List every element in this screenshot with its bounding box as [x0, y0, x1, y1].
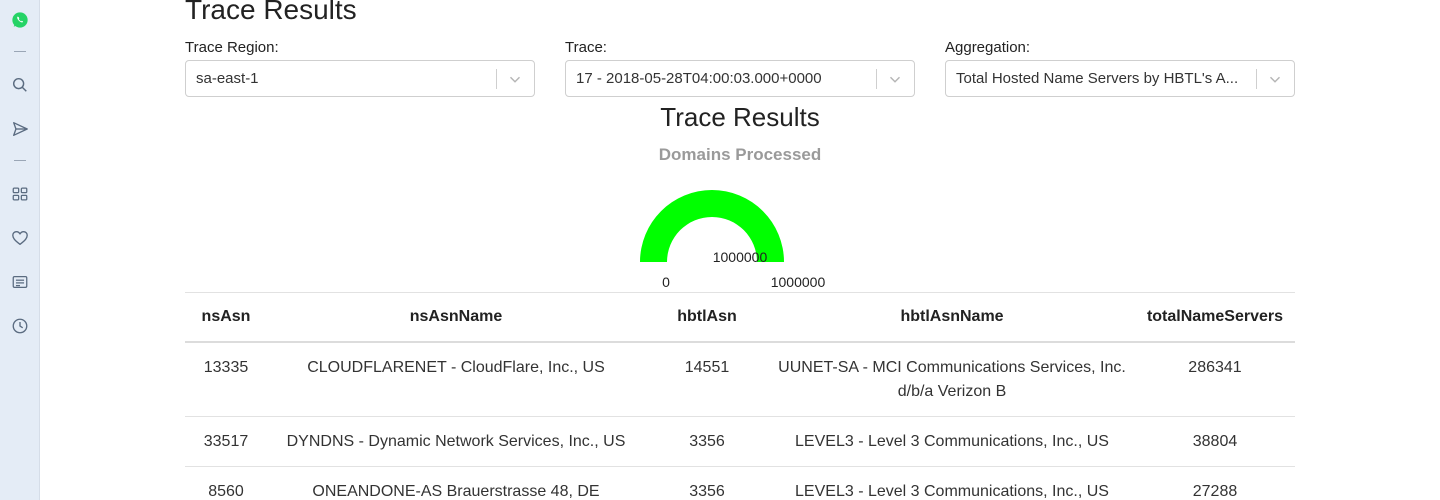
cell-hbtlasn: 3356 — [689, 483, 725, 500]
cell-nsasn: 33517 — [203, 433, 249, 450]
heart-icon[interactable] — [10, 228, 30, 248]
cell-nsasnname: CLOUDFLARENET - CloudFlare, Inc., US — [307, 359, 605, 376]
aggregation-field: Aggregation: Total Hosted Name Servers b… — [945, 38, 1295, 97]
cell-hbtlasn: 14551 — [684, 359, 730, 376]
cell-hbtlasnname: LEVEL3 - Level 3 Communications, Inc., U… — [795, 483, 1109, 500]
aggregation-value: Total Hosted Name Servers by HBTL's A... — [956, 70, 1239, 87]
column-header-hbtlasn[interactable]: hbtlAsn — [645, 308, 769, 326]
trace-select[interactable]: 17 - 2018-05-28T04:00:03.000+0000 — [565, 60, 915, 97]
results-table: nsAsn nsAsnName hbtlAsn hbtlAsnName tota… — [185, 292, 1295, 500]
table-row: 8560 ONEANDONE-AS Brauerstrasse 48, DE 3… — [185, 467, 1295, 500]
trace-label: Trace: — [565, 39, 607, 56]
cell-totalnameservers: 286341 — [1188, 359, 1242, 376]
aggregation-label: Aggregation: — [945, 39, 1031, 56]
table-header: nsAsn nsAsnName hbtlAsn hbtlAsnName tota… — [185, 293, 1295, 343]
trace-region-value: sa-east-1 — [196, 70, 259, 87]
send-icon[interactable] — [10, 119, 30, 139]
trace-value: 17 - 2018-05-28T04:00:03.000+0000 — [576, 70, 822, 87]
cell-nsasn: 13335 — [203, 359, 249, 376]
domains-processed-gauge: 1000000 0 1000000 — [640, 190, 826, 290]
select-separator — [876, 69, 877, 89]
whatsapp-icon[interactable] — [10, 10, 30, 30]
chart-title: Trace Results — [660, 102, 820, 132]
select-separator — [1256, 69, 1257, 89]
table-row: 13335 CLOUDFLARENET - CloudFlare, Inc., … — [185, 343, 1295, 417]
select-separator — [496, 69, 497, 89]
cell-hbtlasnname: LEVEL3 - Level 3 Communications, Inc., U… — [795, 433, 1109, 450]
trace-region-select[interactable]: sa-east-1 — [185, 60, 535, 97]
list-card-icon[interactable] — [10, 272, 30, 292]
cell-hbtlasnname: UUNET-SA - MCI Communications Services, … — [778, 359, 1126, 400]
aggregation-select[interactable]: Total Hosted Name Servers by HBTL's A... — [945, 60, 1295, 97]
cell-nsasn: 8560 — [208, 483, 244, 500]
cell-hbtlasn: 3356 — [689, 433, 725, 450]
search-icon[interactable] — [10, 75, 30, 95]
clock-icon[interactable] — [10, 316, 30, 336]
sidebar-divider — [14, 160, 26, 161]
chevron-down-icon[interactable] — [886, 70, 904, 88]
cell-nsasnname: ONEANDONE-AS Brauerstrasse 48, DE — [312, 483, 600, 500]
chevron-down-icon[interactable] — [506, 70, 524, 88]
sidebar — [0, 0, 40, 500]
gauge-value-label: 1000000 — [713, 249, 768, 265]
cell-totalnameservers: 38804 — [1192, 433, 1238, 450]
chart-subtitle: Domains Processed — [658, 145, 822, 164]
column-header-hbtlasnname[interactable]: hbtlAsnName — [769, 308, 1135, 326]
trace-region-label: Trace Region: — [185, 39, 279, 56]
column-header-totalnameservers[interactable]: totalNameServers — [1135, 308, 1295, 326]
trace-region-field: Trace Region: sa-east-1 — [185, 38, 535, 97]
main-content: Trace Results Trace Region: sa-east-1 Tr… — [185, 0, 1295, 500]
page-title: Trace Results — [185, 0, 357, 25]
grid-icon[interactable] — [10, 184, 30, 204]
sidebar-divider — [14, 51, 26, 52]
gauge-min-label: 0 — [662, 274, 670, 290]
column-header-nsasn[interactable]: nsAsn — [185, 308, 267, 326]
cell-totalnameservers: 27288 — [1192, 483, 1238, 500]
chevron-down-icon[interactable] — [1266, 70, 1284, 88]
cell-nsasnname: DYNDNS - Dynamic Network Services, Inc.,… — [286, 433, 626, 450]
column-header-nsasnname[interactable]: nsAsnName — [267, 308, 645, 326]
trace-field: Trace: 17 - 2018-05-28T04:00:03.000+0000 — [565, 38, 915, 97]
gauge-max-label: 1000000 — [771, 274, 826, 290]
table-row: 33517 DYNDNS - Dynamic Network Services,… — [185, 417, 1295, 467]
